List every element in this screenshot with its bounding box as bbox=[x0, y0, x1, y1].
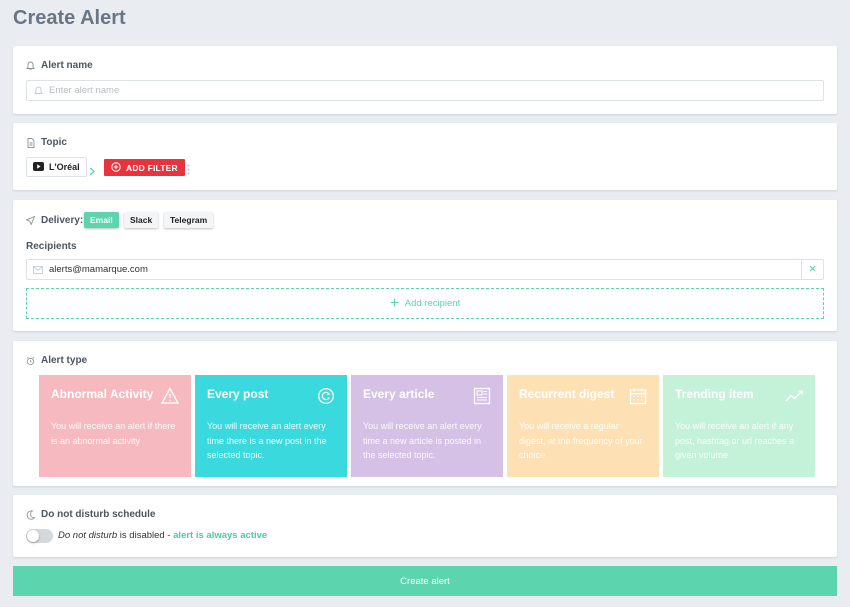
delivery-email-tag[interactable]: Email bbox=[84, 212, 119, 228]
mail-icon bbox=[27, 265, 49, 274]
moon-icon bbox=[26, 509, 35, 520]
alert-type-card: Alert type Abnormal Activity You will re… bbox=[13, 341, 837, 486]
dnd-card: Do not disturb schedule Do not disturb i… bbox=[13, 495, 837, 557]
refresh-icon bbox=[317, 387, 335, 405]
topic-card: Topic L'Oréal ADD FILTER bbox=[13, 123, 837, 190]
document-icon bbox=[26, 137, 35, 148]
plus-circle-icon bbox=[111, 161, 121, 174]
chevron-right-icon bbox=[89, 163, 95, 181]
page-title: Create Alert bbox=[13, 7, 126, 29]
add-filter-button[interactable]: ADD FILTER bbox=[104, 159, 185, 176]
alert-name-card: Alert name Enter alert name bbox=[13, 46, 837, 114]
alert-type-trending-item[interactable]: Trending item You will receive an alert … bbox=[663, 375, 815, 477]
newspaper-icon bbox=[473, 387, 491, 405]
alert-type-abnormal-activity[interactable]: Abnormal Activity You will receive an al… bbox=[39, 375, 191, 477]
send-icon bbox=[26, 216, 35, 225]
remove-recipient-button[interactable] bbox=[801, 260, 823, 279]
topic-label: Topic bbox=[26, 137, 67, 148]
warning-icon bbox=[160, 387, 180, 405]
alert-name-label: Alert name bbox=[26, 60, 93, 71]
dnd-toggle-knob bbox=[27, 530, 39, 542]
trend-icon bbox=[785, 387, 803, 405]
alert-name-placeholder: Enter alert name bbox=[49, 85, 120, 96]
alert-type-every-post[interactable]: Every post You will receive an alert eve… bbox=[195, 375, 347, 477]
calendar-icon bbox=[629, 387, 647, 405]
youtube-icon bbox=[33, 161, 44, 173]
dnd-status-text: Do not disturb is disabled - alert is al… bbox=[58, 530, 268, 541]
dnd-label: Do not disturb schedule bbox=[26, 509, 155, 520]
alert-name-input[interactable]: Enter alert name bbox=[26, 80, 824, 101]
delivery-card: Delivery: Email Slack Telegram Recipient… bbox=[13, 200, 837, 331]
more-vertical-icon[interactable] bbox=[187, 162, 190, 180]
topic-brand-chip[interactable]: L'Oréal bbox=[26, 157, 87, 177]
plus-icon bbox=[390, 298, 399, 310]
alert-type-label: Alert type bbox=[26, 355, 87, 366]
delivery-slack-tag[interactable]: Slack bbox=[124, 212, 159, 228]
delivery-telegram-tag[interactable]: Telegram bbox=[164, 212, 214, 228]
bell-icon bbox=[27, 86, 49, 96]
recipient-email-field[interactable]: alerts@mamarque.com bbox=[26, 259, 824, 280]
dnd-toggle[interactable] bbox=[26, 529, 53, 543]
alarm-clock-icon bbox=[26, 356, 35, 365]
recipients-label: Recipients bbox=[26, 241, 77, 252]
add-recipient-button[interactable]: Add recipient bbox=[26, 288, 824, 319]
alert-type-every-article[interactable]: Every article You will receive an alert … bbox=[351, 375, 503, 477]
bell-icon bbox=[26, 61, 35, 70]
alert-type-recurrent-digest[interactable]: Recurrent digest You will receive a regu… bbox=[507, 375, 659, 477]
delivery-label: Delivery: bbox=[26, 215, 83, 226]
create-alert-button[interactable]: Create alert bbox=[13, 566, 837, 596]
close-icon bbox=[809, 264, 816, 275]
